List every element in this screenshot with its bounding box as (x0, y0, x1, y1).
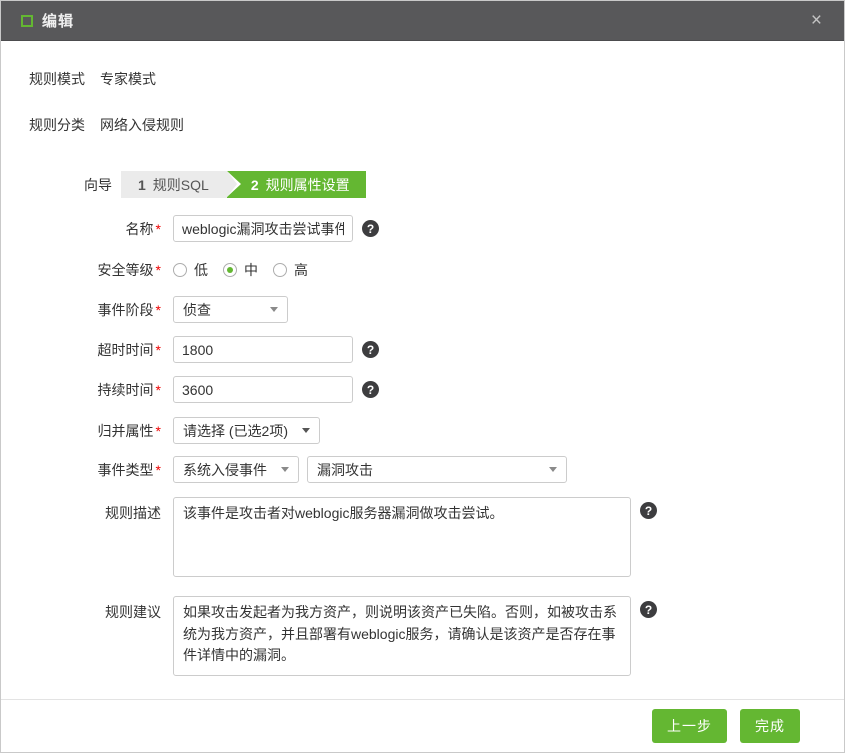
event-type-label: 事件类型* (29, 460, 161, 480)
event-type-subtype-value: 漏洞攻击 (317, 460, 373, 480)
name-row: 名称* ? (29, 215, 816, 242)
rule-description-label: 规则描述 (29, 497, 161, 523)
severity-option-high[interactable]: 高 (273, 260, 308, 280)
radio-checked-icon[interactable] (223, 263, 237, 277)
merge-attrs-row: 归并属性* 请选择 (已选2项) (29, 417, 816, 444)
edit-rule-dialog: 编辑 × 规则模式 专家模式 规则分类 网络入侵规则 向导 1 规则SQL 2 … (0, 0, 845, 753)
wizard-step-rule-sql[interactable]: 1 规则SQL (121, 171, 227, 198)
rule-suggestion-label: 规则建议 (29, 596, 161, 622)
timeout-label: 超时时间* (29, 340, 161, 360)
name-input[interactable] (173, 215, 353, 242)
required-asterisk: * (156, 342, 161, 358)
rule-description-textarea[interactable]: 该事件是攻击者对weblogic服务器漏洞做攻击尝试。 (173, 497, 631, 577)
chevron-down-icon (549, 467, 557, 472)
dialog-titlebar: 编辑 × (1, 1, 844, 41)
wizard-steps: 1 规则SQL 2 规则属性设置 (121, 171, 366, 198)
rule-category-label: 规则分类 (29, 115, 85, 135)
radio-icon[interactable] (173, 263, 187, 277)
dialog-title: 编辑 (42, 10, 74, 31)
severity-radio-group: 低 中 高 (173, 260, 323, 280)
event-stage-select[interactable]: 侦查 (173, 296, 288, 323)
close-icon[interactable]: × (807, 9, 826, 32)
wizard-step-number: 2 (251, 177, 259, 193)
duration-label: 持续时间* (29, 380, 161, 400)
severity-label: 安全等级* (29, 260, 161, 280)
chevron-down-icon (270, 307, 278, 312)
help-icon[interactable]: ? (640, 502, 657, 519)
severity-row: 安全等级* 低 中 高 (29, 261, 816, 279)
dialog-content: 规则模式 专家模式 规则分类 网络入侵规则 向导 1 规则SQL 2 规则属性设… (1, 69, 844, 676)
event-stage-label: 事件阶段* (29, 300, 161, 320)
wizard-label: 向导 (84, 175, 112, 195)
wizard-step-label: 规则属性设置 (266, 175, 350, 195)
duration-input[interactable] (173, 376, 353, 403)
help-icon[interactable]: ? (362, 220, 379, 237)
dialog-square-icon (21, 15, 33, 27)
wizard-step-rule-properties[interactable]: 2 规则属性设置 (227, 171, 366, 198)
merge-attrs-label: 归并属性* (29, 421, 161, 441)
required-asterisk: * (156, 302, 161, 318)
dialog-footer: 上一步 完成 (1, 699, 844, 752)
event-type-category-value: 系统入侵事件 (183, 460, 267, 480)
help-icon[interactable]: ? (640, 601, 657, 618)
wizard-row: 向导 1 规则SQL 2 规则属性设置 (29, 171, 816, 198)
severity-option-low[interactable]: 低 (173, 260, 208, 280)
previous-step-button[interactable]: 上一步 (652, 709, 727, 743)
help-icon[interactable]: ? (362, 341, 379, 358)
timeout-row: 超时时间* ? (29, 336, 816, 363)
event-type-subtype-select[interactable]: 漏洞攻击 (307, 456, 567, 483)
rule-description-row: 规则描述 该事件是攻击者对weblogic服务器漏洞做攻击尝试。 ? (29, 497, 816, 577)
rule-mode-value: 专家模式 (100, 69, 156, 89)
wizard-step-number: 1 (138, 177, 146, 193)
event-stage-value: 侦查 (183, 300, 211, 320)
rule-category-row: 规则分类 网络入侵规则 (29, 115, 816, 135)
duration-row: 持续时间* ? (29, 376, 816, 403)
event-type-row: 事件类型* 系统入侵事件 漏洞攻击 (29, 456, 816, 483)
severity-option-medium[interactable]: 中 (223, 260, 258, 280)
required-asterisk: * (156, 462, 161, 478)
name-label: 名称* (29, 219, 161, 239)
merge-attrs-value: 请选择 (已选2项) (183, 421, 288, 441)
required-asterisk: * (156, 382, 161, 398)
rule-category-value: 网络入侵规则 (100, 115, 184, 135)
required-asterisk: * (156, 221, 161, 237)
rule-suggestion-textarea[interactable]: 如果攻击发起者为我方资产，则说明该资产已失陷。否则，如被攻击系统为我方资产，并且… (173, 596, 631, 676)
rule-mode-row: 规则模式 专家模式 (29, 69, 816, 89)
required-asterisk: * (156, 262, 161, 278)
merge-attrs-dropdown[interactable]: 请选择 (已选2项) (173, 417, 320, 444)
chevron-down-icon (281, 467, 289, 472)
event-stage-row: 事件阶段* 侦查 (29, 296, 816, 323)
rule-suggestion-row: 规则建议 如果攻击发起者为我方资产，则说明该资产已失陷。否则，如被攻击系统为我方… (29, 596, 816, 676)
chevron-down-icon (302, 428, 310, 433)
required-asterisk: * (156, 423, 161, 439)
help-icon[interactable]: ? (362, 381, 379, 398)
wizard-step-label: 规则SQL (153, 175, 209, 195)
rule-mode-label: 规则模式 (29, 69, 85, 89)
event-type-category-select[interactable]: 系统入侵事件 (173, 456, 299, 483)
timeout-input[interactable] (173, 336, 353, 363)
radio-icon[interactable] (273, 263, 287, 277)
finish-button[interactable]: 完成 (740, 709, 800, 743)
